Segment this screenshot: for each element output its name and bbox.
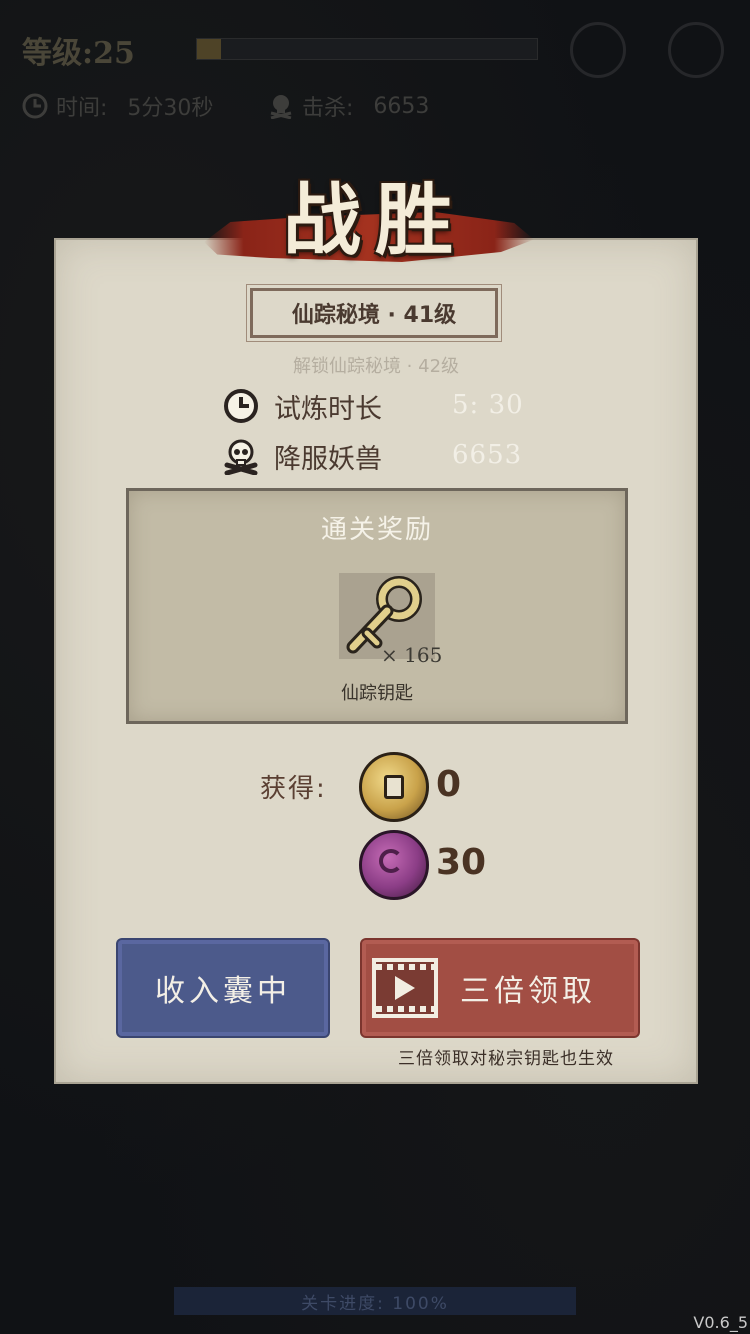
purple-coin-icon	[359, 830, 429, 900]
triple-claim-note: 三倍领取对秘宗钥匙也生效	[398, 1049, 614, 1069]
stat-trial-duration: 试炼时长	[222, 384, 382, 428]
reward-title: 通关奖励	[320, 515, 433, 545]
level-progress-fill	[197, 39, 221, 59]
gold-coin-icon	[359, 752, 429, 822]
hud-kills: 击杀: 6653	[268, 90, 429, 122]
collect-button[interactable]: 收入囊中	[118, 940, 328, 1036]
stat-monsters-subdued: 降服妖兽	[222, 434, 382, 478]
victory-title: 战胜	[282, 175, 467, 266]
collect-button-label: 收入囊中	[155, 974, 291, 1009]
alert-button[interactable]	[570, 22, 626, 78]
clear-reward-box: 通关奖励 × 165 仙踪钥匙	[126, 488, 628, 724]
skull-icon	[224, 439, 258, 475]
skull-icon	[270, 95, 292, 119]
victory-panel: 仙踪秘境 · 41级 解锁仙踪秘境 · 42级 试炼时长 5: 30 降服妖兽 …	[54, 238, 698, 1084]
triple-claim-button[interactable]: 三倍领取	[362, 940, 638, 1036]
reward-item-name: 仙踪钥匙	[341, 683, 413, 704]
gold-coin-value: 0	[436, 764, 462, 805]
clock-icon	[22, 93, 48, 119]
stage-progress-text: 关卡进度: 100%	[301, 1293, 449, 1314]
level-label: 等级:25	[22, 36, 135, 71]
version-label: V0.6_5	[693, 1313, 748, 1332]
stat-label: 试炼时长	[274, 393, 382, 425]
stage-progress-bar: 关卡进度: 100%	[174, 1287, 576, 1315]
level-progress-bar	[196, 38, 538, 60]
gain-label: 获得:	[260, 774, 327, 804]
hud-time: 时间: 5分30秒	[22, 90, 213, 122]
settings-gear-icon[interactable]	[668, 22, 724, 78]
hud-time-label: 时间:	[56, 96, 108, 121]
hud-time-value: 5分30秒	[127, 96, 214, 121]
stat-monsters-subdued-value: 6653	[452, 440, 523, 470]
unlock-text: 解锁仙踪秘境 · 42级	[292, 356, 460, 377]
reward-item-count: × 165	[381, 643, 443, 667]
stat-trial-duration-value: 5: 30	[452, 390, 524, 420]
stat-label: 降服妖兽	[274, 443, 382, 475]
hud-kills-label: 击杀:	[302, 96, 354, 121]
purple-coin-value: 30	[436, 842, 487, 883]
stage-name: 仙踪秘境 · 41级	[246, 284, 502, 342]
triple-claim-label: 三倍领取	[460, 974, 596, 1009]
clock-icon	[224, 389, 258, 423]
video-play-icon	[372, 958, 438, 1018]
hud-kills-value: 6653	[373, 93, 430, 119]
